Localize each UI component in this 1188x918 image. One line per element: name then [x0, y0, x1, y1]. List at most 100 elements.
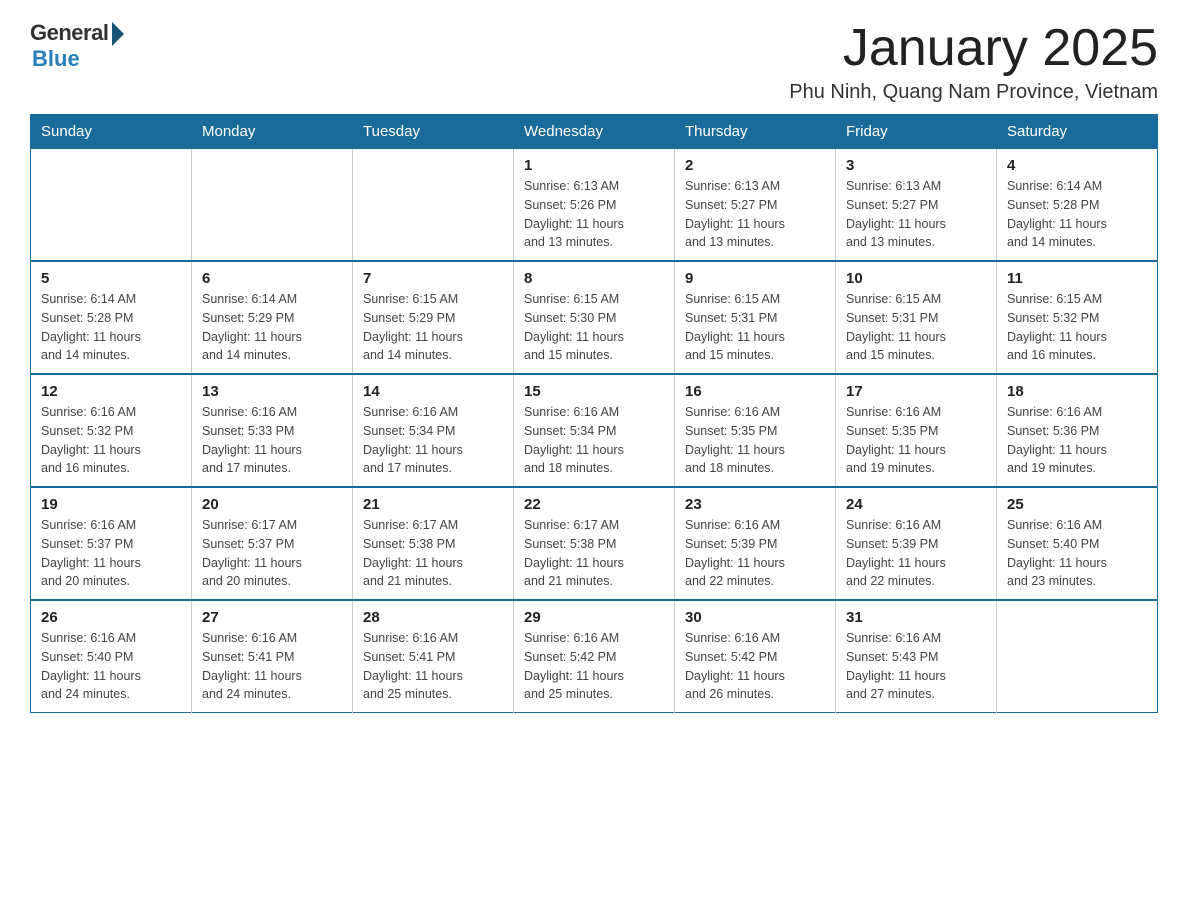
calendar-cell: 13Sunrise: 6:16 AMSunset: 5:33 PMDayligh…	[192, 374, 353, 487]
calendar-cell	[31, 149, 192, 262]
calendar-cell	[353, 149, 514, 262]
calendar-cell	[192, 149, 353, 262]
day-number: 20	[202, 496, 342, 513]
calendar-cell: 7Sunrise: 6:15 AMSunset: 5:29 PMDaylight…	[353, 261, 514, 374]
calendar-cell: 21 Sunrise: 6:17 AMSunset: 5:38 PMDayligh…	[353, 487, 514, 600]
calendar-week-row: 26Sunrise: 6:16 AMSunset: 5:40 PMDayligh…	[31, 600, 1158, 713]
calendar-cell: 8 Sunrise: 6:15 AMSunset: 5:30 PMDaylight…	[514, 261, 675, 374]
day-number: 11	[1007, 270, 1147, 287]
day-info: Sunrise: 6:15 AMSunset: 5:32 PMDaylight:…	[1007, 290, 1147, 365]
calendar-cell: 17 Sunrise: 6:16 AMSunset: 5:35 PMDayligh…	[836, 374, 997, 487]
day-number: 25	[1007, 496, 1147, 513]
day-number: 24	[846, 496, 986, 513]
day-info: Sunrise: 6:13 AMSunset: 5:26 PMDaylight:…	[524, 177, 664, 252]
day-info: Sunrise: 6:14 AMSunset: 5:29 PMDaylight:…	[202, 290, 342, 365]
day-info: Sunrise: 6:15 AMSunset: 5:31 PMDaylight:…	[685, 290, 825, 365]
day-info: Sunrise: 6:16 AMSunset: 5:34 PMDaylight:…	[363, 403, 503, 478]
day-number: 12	[41, 383, 181, 400]
calendar-cell: 4Sunrise: 6:14 AMSunset: 5:28 PMDaylight…	[997, 149, 1158, 262]
calendar-cell: 27 Sunrise: 6:16 AMSunset: 5:41 PMDayligh…	[192, 600, 353, 713]
day-info: Sunrise: 6:17 AMSunset: 5:38 PMDaylight:…	[363, 516, 503, 591]
day-number: 30	[685, 609, 825, 626]
day-info: Sunrise: 6:16 AMSunset: 5:40 PMDaylight:…	[41, 629, 181, 704]
calendar-cell: 26Sunrise: 6:16 AMSunset: 5:40 PMDayligh…	[31, 600, 192, 713]
day-number: 15	[524, 383, 664, 400]
calendar-cell: 6 Sunrise: 6:14 AMSunset: 5:29 PMDaylight…	[192, 261, 353, 374]
day-info: Sunrise: 6:16 AMSunset: 5:39 PMDaylight:…	[685, 516, 825, 591]
day-number: 8	[524, 270, 664, 287]
calendar-cell: 30 Sunrise: 6:16 AMSunset: 5:42 PMDayligh…	[675, 600, 836, 713]
day-info: Sunrise: 6:16 AMSunset: 5:33 PMDaylight:…	[202, 403, 342, 478]
calendar-cell: 29 Sunrise: 6:16 AMSunset: 5:42 PMDayligh…	[514, 600, 675, 713]
title-section: January 2025 Phu Ninh, Quang Nam Provinc…	[789, 20, 1158, 104]
day-info: Sunrise: 6:15 AMSunset: 5:30 PMDaylight:…	[524, 290, 664, 365]
day-number: 17	[846, 383, 986, 400]
day-info: Sunrise: 6:14 AMSunset: 5:28 PMDaylight:…	[41, 290, 181, 365]
day-info: Sunrise: 6:16 AMSunset: 5:41 PMDaylight:…	[363, 629, 503, 704]
calendar-cell: 22 Sunrise: 6:17 AMSunset: 5:38 PMDayligh…	[514, 487, 675, 600]
day-info: Sunrise: 6:16 AMSunset: 5:36 PMDaylight:…	[1007, 403, 1147, 478]
day-info: Sunrise: 6:16 AMSunset: 5:34 PMDaylight:…	[524, 403, 664, 478]
day-info: Sunrise: 6:16 AMSunset: 5:41 PMDaylight:…	[202, 629, 342, 704]
calendar-header-monday: Monday	[192, 115, 353, 149]
day-info: Sunrise: 6:13 AMSunset: 5:27 PMDaylight:…	[685, 177, 825, 252]
calendar-cell: 9 Sunrise: 6:15 AMSunset: 5:31 PMDaylight…	[675, 261, 836, 374]
day-number: 23	[685, 496, 825, 513]
calendar-cell: 15 Sunrise: 6:16 AMSunset: 5:34 PMDayligh…	[514, 374, 675, 487]
calendar-cell: 11 Sunrise: 6:15 AMSunset: 5:32 PMDayligh…	[997, 261, 1158, 374]
day-number: 7	[363, 270, 503, 287]
day-number: 9	[685, 270, 825, 287]
calendar-cell: 31Sunrise: 6:16 AMSunset: 5:43 PMDayligh…	[836, 600, 997, 713]
day-info: Sunrise: 6:16 AMSunset: 5:40 PMDaylight:…	[1007, 516, 1147, 591]
day-number: 19	[41, 496, 181, 513]
day-number: 27	[202, 609, 342, 626]
day-info: Sunrise: 6:14 AMSunset: 5:28 PMDaylight:…	[1007, 177, 1147, 252]
calendar-cell: 28 Sunrise: 6:16 AMSunset: 5:41 PMDayligh…	[353, 600, 514, 713]
day-info: Sunrise: 6:16 AMSunset: 5:42 PMDaylight:…	[685, 629, 825, 704]
calendar-header-sunday: Sunday	[31, 115, 192, 149]
page-header: General Blue January 2025 Phu Ninh, Quan…	[30, 20, 1158, 104]
day-number: 10	[846, 270, 986, 287]
calendar-week-row: 1 Sunrise: 6:13 AMSunset: 5:26 PMDaylight…	[31, 149, 1158, 262]
day-info: Sunrise: 6:16 AMSunset: 5:32 PMDaylight:…	[41, 403, 181, 478]
day-info: Sunrise: 6:15 AMSunset: 5:31 PMDaylight:…	[846, 290, 986, 365]
calendar-cell: 16Sunrise: 6:16 AMSunset: 5:35 PMDayligh…	[675, 374, 836, 487]
day-number: 21	[363, 496, 503, 513]
logo-arrow-icon	[112, 22, 124, 46]
calendar-week-row: 12 Sunrise: 6:16 AMSunset: 5:32 PMDayligh…	[31, 374, 1158, 487]
day-info: Sunrise: 6:17 AMSunset: 5:38 PMDaylight:…	[524, 516, 664, 591]
day-info: Sunrise: 6:16 AMSunset: 5:35 PMDaylight:…	[846, 403, 986, 478]
day-number: 14	[363, 383, 503, 400]
calendar-cell: 14 Sunrise: 6:16 AMSunset: 5:34 PMDayligh…	[353, 374, 514, 487]
day-number: 1	[524, 157, 664, 174]
logo-general-text: General	[30, 20, 108, 46]
calendar-cell: 18Sunrise: 6:16 AMSunset: 5:36 PMDayligh…	[997, 374, 1158, 487]
day-info: Sunrise: 6:13 AMSunset: 5:27 PMDaylight:…	[846, 177, 986, 252]
calendar-cell: 24 Sunrise: 6:16 AMSunset: 5:39 PMDayligh…	[836, 487, 997, 600]
calendar-week-row: 5Sunrise: 6:14 AMSunset: 5:28 PMDaylight…	[31, 261, 1158, 374]
day-number: 3	[846, 157, 986, 174]
calendar-cell	[997, 600, 1158, 713]
calendar-week-row: 19Sunrise: 6:16 AMSunset: 5:37 PMDayligh…	[31, 487, 1158, 600]
location-text: Phu Ninh, Quang Nam Province, Vietnam	[789, 81, 1158, 104]
calendar-header-saturday: Saturday	[997, 115, 1158, 149]
day-info: Sunrise: 6:16 AMSunset: 5:42 PMDaylight:…	[524, 629, 664, 704]
day-number: 29	[524, 609, 664, 626]
calendar-header-friday: Friday	[836, 115, 997, 149]
calendar-cell: 5Sunrise: 6:14 AMSunset: 5:28 PMDaylight…	[31, 261, 192, 374]
day-info: Sunrise: 6:16 AMSunset: 5:35 PMDaylight:…	[685, 403, 825, 478]
calendar-table: SundayMondayTuesdayWednesdayThursdayFrid…	[30, 114, 1158, 713]
calendar-header-thursday: Thursday	[675, 115, 836, 149]
calendar-cell: 12 Sunrise: 6:16 AMSunset: 5:32 PMDayligh…	[31, 374, 192, 487]
day-number: 28	[363, 609, 503, 626]
calendar-header-tuesday: Tuesday	[353, 115, 514, 149]
calendar-cell: 3 Sunrise: 6:13 AMSunset: 5:27 PMDaylight…	[836, 149, 997, 262]
month-title: January 2025	[789, 20, 1158, 77]
day-info: Sunrise: 6:17 AMSunset: 5:37 PMDaylight:…	[202, 516, 342, 591]
day-number: 2	[685, 157, 825, 174]
calendar-cell: 19Sunrise: 6:16 AMSunset: 5:37 PMDayligh…	[31, 487, 192, 600]
day-number: 31	[846, 609, 986, 626]
day-info: Sunrise: 6:16 AMSunset: 5:39 PMDaylight:…	[846, 516, 986, 591]
day-number: 22	[524, 496, 664, 513]
day-number: 6	[202, 270, 342, 287]
